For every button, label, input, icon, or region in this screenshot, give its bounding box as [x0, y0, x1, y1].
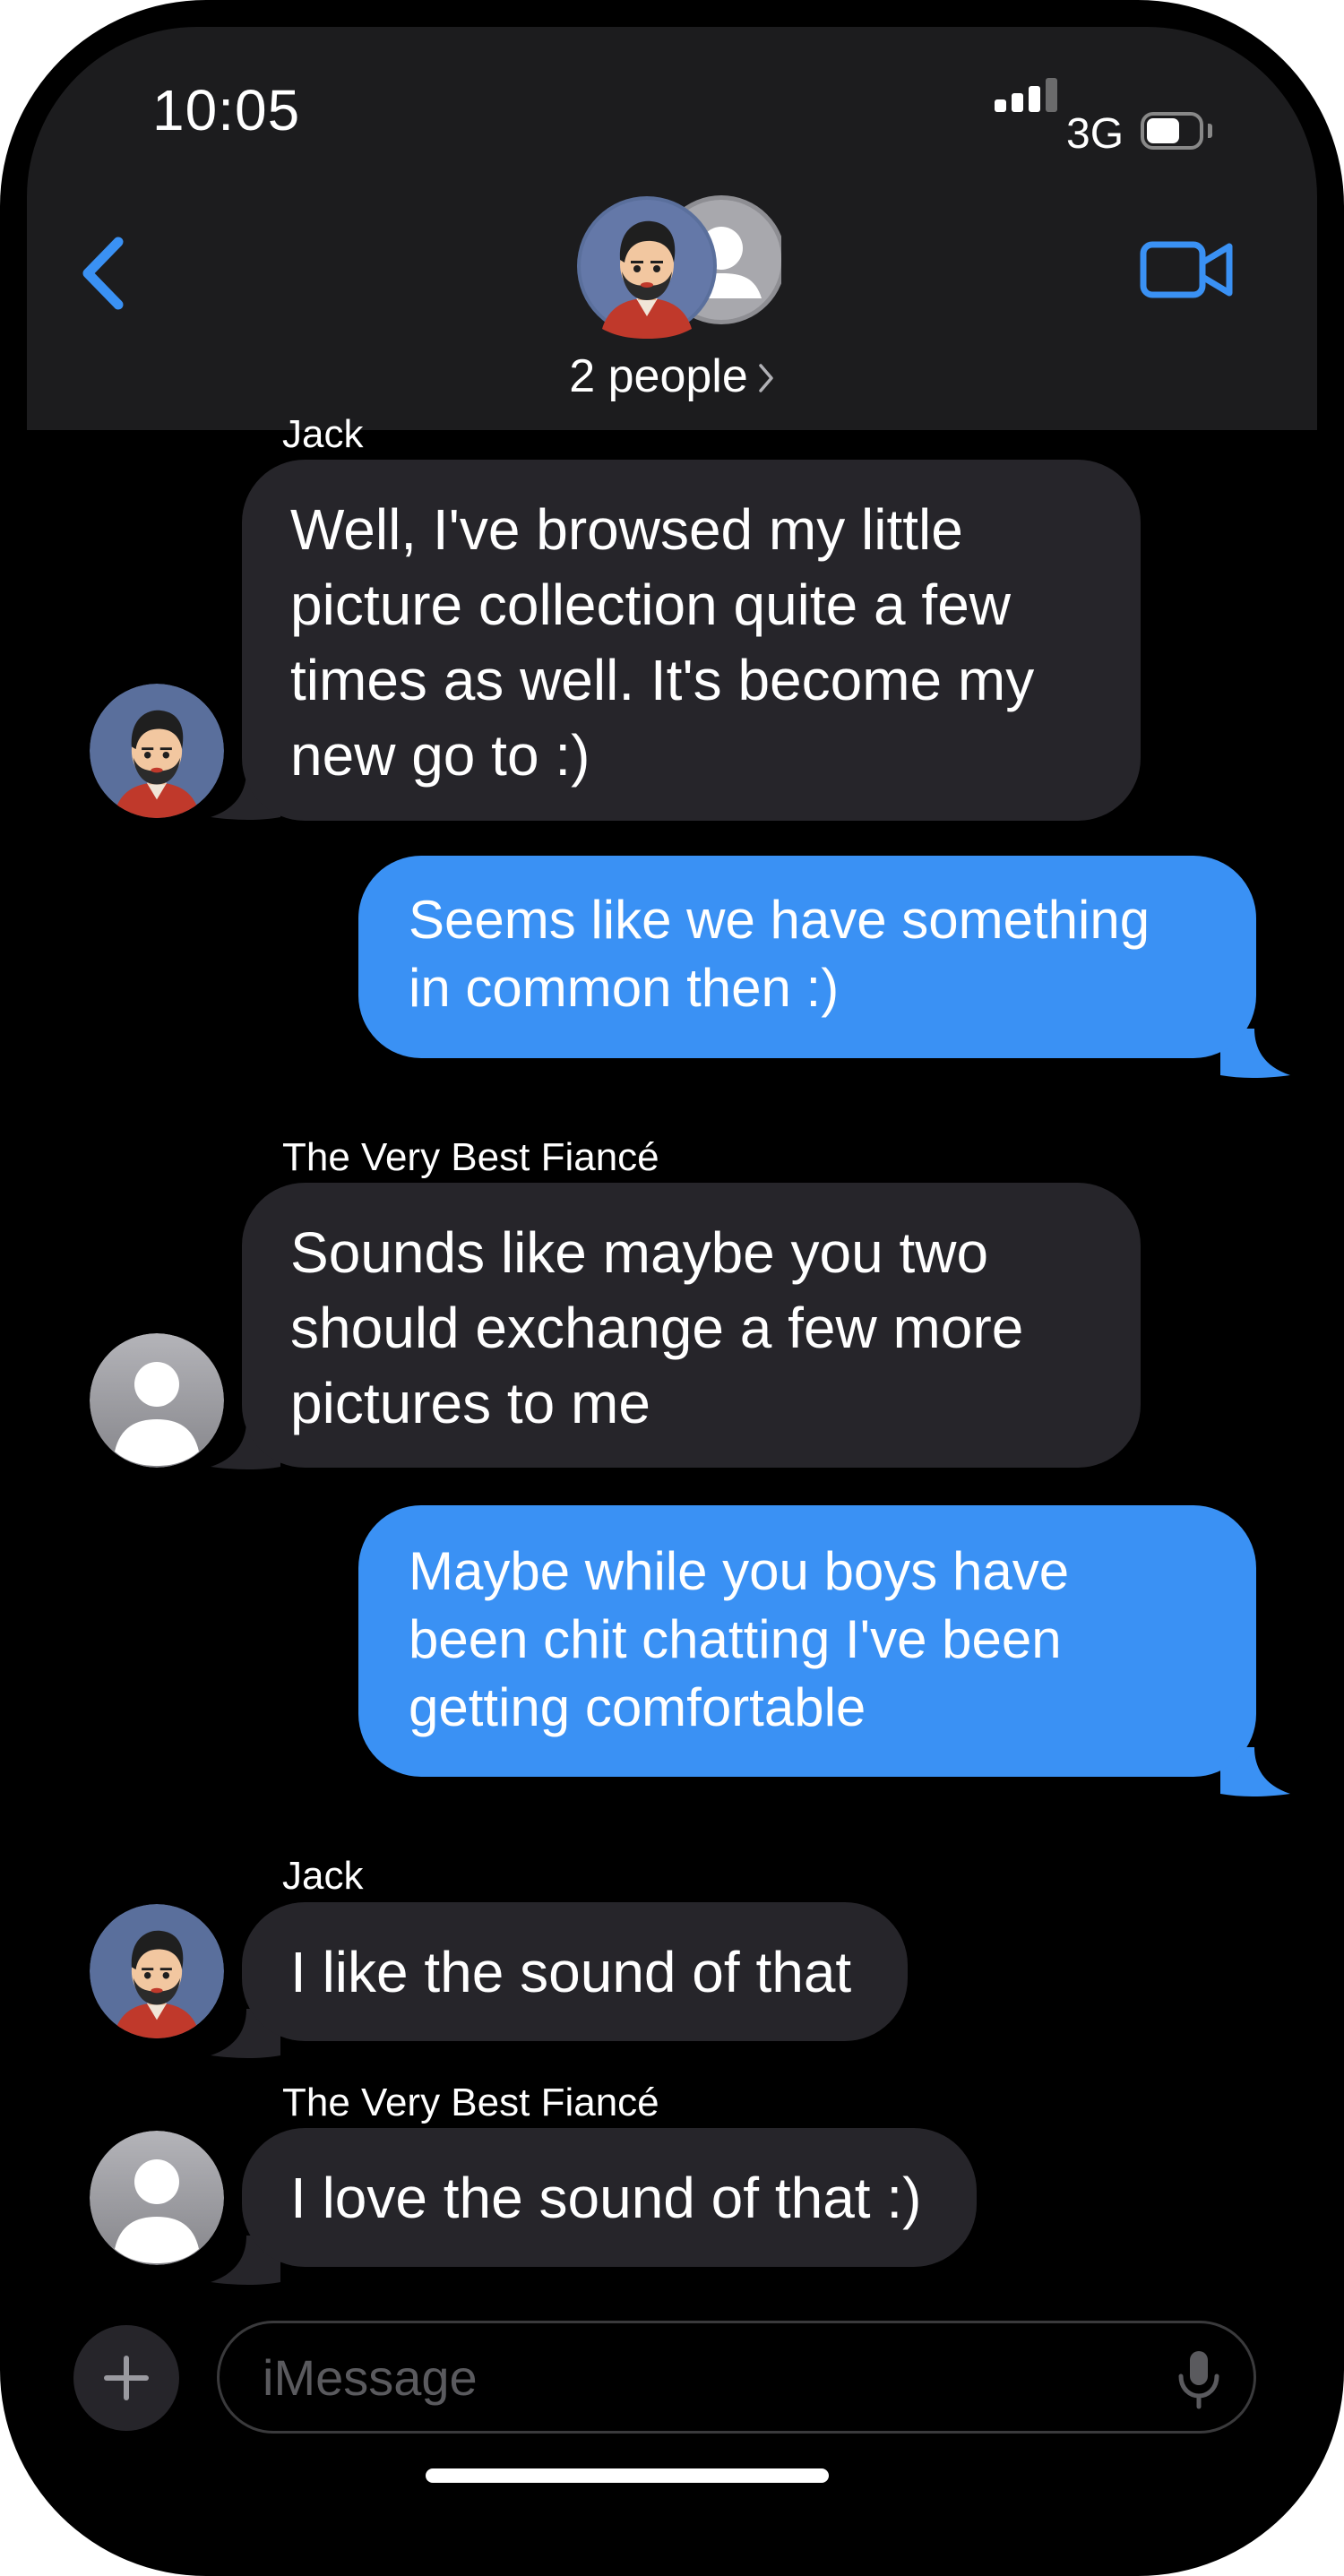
conversation-header: 10:05 3G 2 people [27, 27, 1317, 430]
group-name-label: 2 people [569, 350, 748, 402]
battery-tip [1208, 124, 1212, 138]
group-avatar[interactable] [575, 193, 786, 354]
status-time: 10:05 [152, 78, 301, 142]
battery-icon [1141, 112, 1203, 150]
phone-frame: 10:05 3G 2 people Jack Well, I've browse… [0, 0, 1344, 2576]
plus-icon [104, 2356, 149, 2400]
apps-plus-button[interactable] [73, 2325, 179, 2431]
outgoing-message[interactable]: Maybe while you boys have been chit chat… [358, 1505, 1256, 1777]
message-text: Well, I've browsed my little picture col… [290, 497, 1035, 788]
video-camera-icon [1140, 241, 1233, 298]
network-type: 3G [1066, 110, 1124, 158]
message-sender: Jack [282, 412, 364, 456]
incoming-message[interactable]: I love the sound of that :) [242, 2128, 977, 2267]
messages-screen: 10:05 3G 2 people Jack Well, I've browse… [27, 27, 1317, 2549]
back-button[interactable] [72, 224, 143, 323]
chevron-right-icon [757, 352, 775, 406]
message-text: I love the sound of that :) [290, 2166, 922, 2230]
message-input[interactable] [217, 2321, 1256, 2434]
avatar[interactable] [90, 2131, 224, 2265]
avatar[interactable] [90, 684, 224, 818]
chevron-left-icon [82, 237, 124, 310]
microphone-icon [1178, 2351, 1219, 2409]
person-placeholder-icon [90, 1333, 224, 1468]
jack-avatar-icon [90, 684, 224, 818]
avatar[interactable] [90, 1333, 224, 1468]
message-text: Maybe while you boys have been chit chat… [409, 1541, 1070, 1737]
message-sender: The Very Best Fiancé [282, 1135, 659, 1179]
message-sender: The Very Best Fiancé [282, 2081, 659, 2124]
dictation-button[interactable] [1172, 2348, 1226, 2410]
incoming-message[interactable]: Well, I've browsed my little picture col… [242, 460, 1141, 821]
message-text: I like the sound of that [290, 1940, 852, 2004]
incoming-message[interactable]: I like the sound of that [242, 1902, 908, 2041]
group-name-button[interactable]: 2 people [27, 349, 1317, 406]
avatar[interactable] [90, 1904, 224, 2038]
person-placeholder-icon [90, 2131, 224, 2265]
outgoing-message[interactable]: Seems like we have something in common t… [358, 856, 1256, 1058]
incoming-message[interactable]: Sounds like maybe you two should exchang… [242, 1183, 1141, 1468]
message-sender: Jack [282, 1854, 364, 1898]
message-text: Sounds like maybe you two should exchang… [290, 1220, 1024, 1435]
message-text: Seems like we have something in common t… [409, 890, 1150, 1018]
home-indicator[interactable] [426, 2468, 829, 2483]
facetime-video-button[interactable] [1138, 228, 1236, 309]
jack-avatar-icon [90, 1904, 224, 2038]
